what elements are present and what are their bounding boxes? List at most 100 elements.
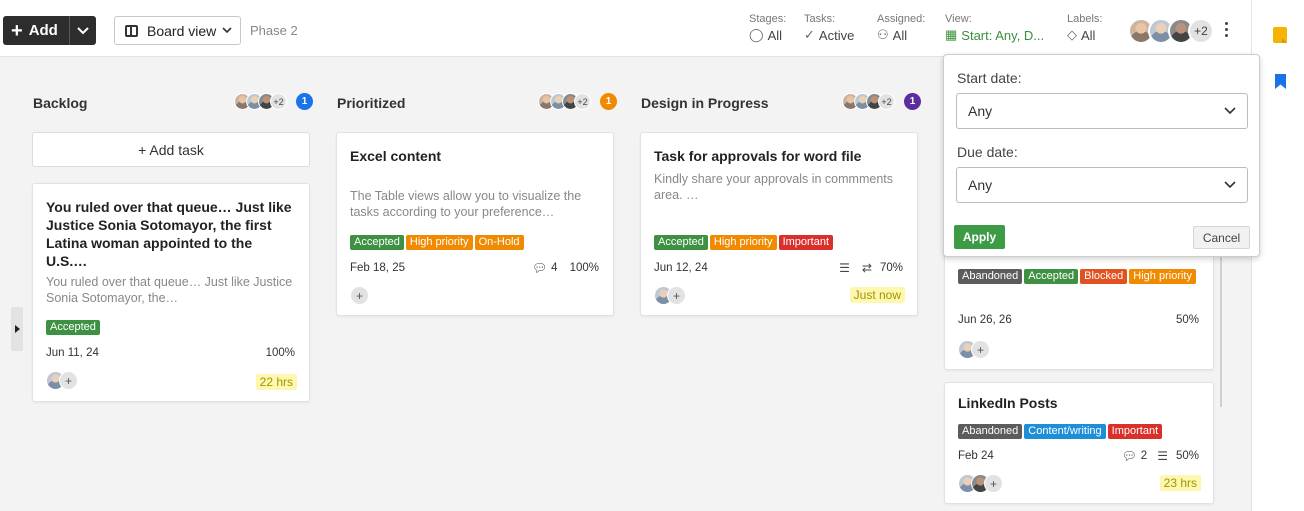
assigned-filter[interactable]: Assigned: ⚇ All	[877, 13, 925, 43]
start-date-value: Any	[968, 103, 993, 119]
add-button[interactable]: + Add	[3, 16, 96, 45]
add-assignee-icon[interactable]: +	[971, 340, 990, 359]
labels-filter[interactable]: Labels: ◇ All	[1067, 13, 1102, 43]
task-meta: Jun 12, 24 ☰ ⇄ 70%	[654, 261, 903, 275]
check-circle-icon: ◯	[749, 27, 764, 42]
start-date-select[interactable]: Any	[956, 93, 1248, 129]
time-badge: 23 hrs	[1159, 475, 1201, 491]
task-assignees[interactable]: +	[654, 286, 686, 305]
due-date: Jun 11, 24	[46, 347, 99, 359]
board-view-label: Board view	[147, 22, 217, 39]
task-assignees[interactable]: +	[958, 474, 1003, 493]
task-assignees[interactable]: +	[958, 340, 990, 359]
task-tags: Accepted	[46, 320, 100, 335]
column-members[interactable]: +2 1	[234, 93, 313, 110]
start-date-label: Start date:	[957, 70, 1022, 86]
task-title: You ruled over that queue… Just like Jus…	[46, 199, 292, 269]
chevron-down-icon	[1224, 107, 1236, 115]
tag: High priority	[709, 235, 777, 250]
assigned-filter-label: Assigned:	[877, 13, 926, 25]
tag-icon: ◇	[1067, 27, 1077, 42]
task-meta: Feb 18, 25 💬︎ 4 100%	[350, 261, 599, 275]
task-description: The Table views allow you to visualize t…	[350, 189, 582, 219]
tag: High priority	[1129, 269, 1196, 284]
comment-icon: 💬︎	[531, 261, 548, 275]
task-tags: Accepted High priority Important	[654, 235, 834, 250]
tag: Blocked	[1080, 269, 1128, 284]
task-meta: Jun 26, 26 50%	[958, 314, 1199, 326]
expand-sidebar-handle[interactable]	[11, 307, 23, 351]
plus-icon: +	[11, 19, 23, 42]
task-card[interactable]: Excel content The Table views allow you …	[336, 132, 614, 316]
chevron-down-icon[interactable]	[70, 26, 96, 35]
task-tags: Abandoned Accepted Blocked High priority	[958, 269, 1201, 284]
comment-icon: 💬︎	[1121, 449, 1137, 463]
board-icon	[125, 24, 138, 37]
tasks-filter-label: Tasks:	[804, 13, 836, 25]
progress-value: 50%	[1175, 450, 1199, 462]
view-filter-label: View:	[945, 13, 972, 25]
view-filter[interactable]: View: ▦ Start: Any, D...	[945, 13, 1044, 43]
add-assignee-icon[interactable]: +	[667, 286, 686, 305]
add-assignee-icon[interactable]: +	[350, 286, 369, 305]
task-card[interactable]: Task for approvals for word file Kindly …	[640, 132, 918, 316]
tag: Abandoned	[958, 424, 1023, 439]
column-header-backlog: Backlog	[33, 92, 87, 114]
more-options-icon[interactable]	[1220, 22, 1232, 37]
task-assignees[interactable]: +	[350, 286, 369, 305]
tag: On-Hold	[474, 235, 524, 250]
chevron-down-icon	[222, 27, 232, 34]
project-members[interactable]: +2	[1128, 18, 1214, 44]
task-meta: Jun 11, 24 100%	[46, 347, 295, 359]
tag: Abandoned	[958, 269, 1023, 284]
bookmark-icon[interactable]	[1275, 74, 1286, 89]
task-card[interactable]: You ruled over that queue… Just like Jus…	[32, 183, 310, 402]
phase-label: Phase 2	[250, 23, 298, 38]
add-button-main[interactable]: + Add	[3, 21, 69, 41]
assigned-filter-value: All	[892, 27, 908, 43]
column-members[interactable]: +2 1	[538, 93, 617, 110]
task-title: Excel content	[350, 148, 442, 164]
view-filter-value: Start: Any, D...	[961, 27, 1045, 43]
check-icon: ✓	[804, 27, 815, 42]
task-assignees[interactable]: +	[46, 371, 78, 390]
tasks-filter[interactable]: Tasks: ✓ Active	[804, 13, 854, 43]
task-description: Kindly share your approvals in commments…	[654, 172, 893, 202]
add-assignee-icon[interactable]: +	[59, 371, 78, 390]
tag: Content/writing	[1024, 424, 1106, 439]
date-filter-popover: Start date: Any Due date: Any Apply Canc…	[943, 54, 1260, 257]
labels-filter-label: Labels:	[1067, 13, 1103, 25]
column-scrollbar[interactable]	[1220, 235, 1222, 407]
add-assignee-icon[interactable]: +	[984, 474, 1003, 493]
due-date-value: Any	[968, 177, 993, 193]
board-view-dropdown[interactable]: Board view	[114, 16, 241, 45]
task-meta: Feb 24 💬︎ 2 ☰ 50%	[958, 449, 1199, 463]
task-title: LinkedIn Posts	[958, 395, 1058, 411]
task-count-badge: 1	[904, 93, 921, 110]
checklist-icon: ☰	[1157, 449, 1168, 463]
sticky-note-icon[interactable]	[1273, 27, 1287, 43]
task-card[interactable]: LinkedIn Posts Abandoned Content/writing…	[944, 382, 1214, 504]
cancel-button[interactable]: Cancel	[1193, 226, 1250, 249]
column-members[interactable]: +2 1	[842, 93, 921, 110]
column-title: Prioritized	[337, 95, 406, 111]
column-title: Backlog	[33, 95, 88, 111]
tag: Accepted	[46, 320, 100, 335]
task-count-badge: 1	[296, 93, 313, 110]
time-badge: 22 hrs	[255, 374, 297, 390]
due-date-select[interactable]: Any	[956, 167, 1248, 203]
due-date: Jun 26, 26	[958, 314, 1012, 326]
stages-filter[interactable]: Stages: ◯ All	[749, 13, 786, 43]
tasks-filter-value: Active	[818, 27, 855, 43]
more-members-count: +2	[878, 93, 895, 110]
recurring-icon: ⇄	[861, 261, 872, 275]
top-toolbar: + Add Board view Phase 2 Stages: ◯ All Tas…	[0, 0, 1251, 57]
checklist-icon: ☰	[839, 261, 850, 275]
time-badge: Just now	[849, 287, 905, 303]
stages-filter-label: Stages:	[749, 13, 787, 25]
add-task-button[interactable]: + Add task	[32, 132, 310, 167]
apply-button[interactable]: Apply	[954, 225, 1005, 249]
task-tags: Accepted High priority On-Hold	[350, 235, 524, 250]
progress-value: 50%	[1175, 314, 1199, 326]
tag: Important	[778, 235, 834, 250]
